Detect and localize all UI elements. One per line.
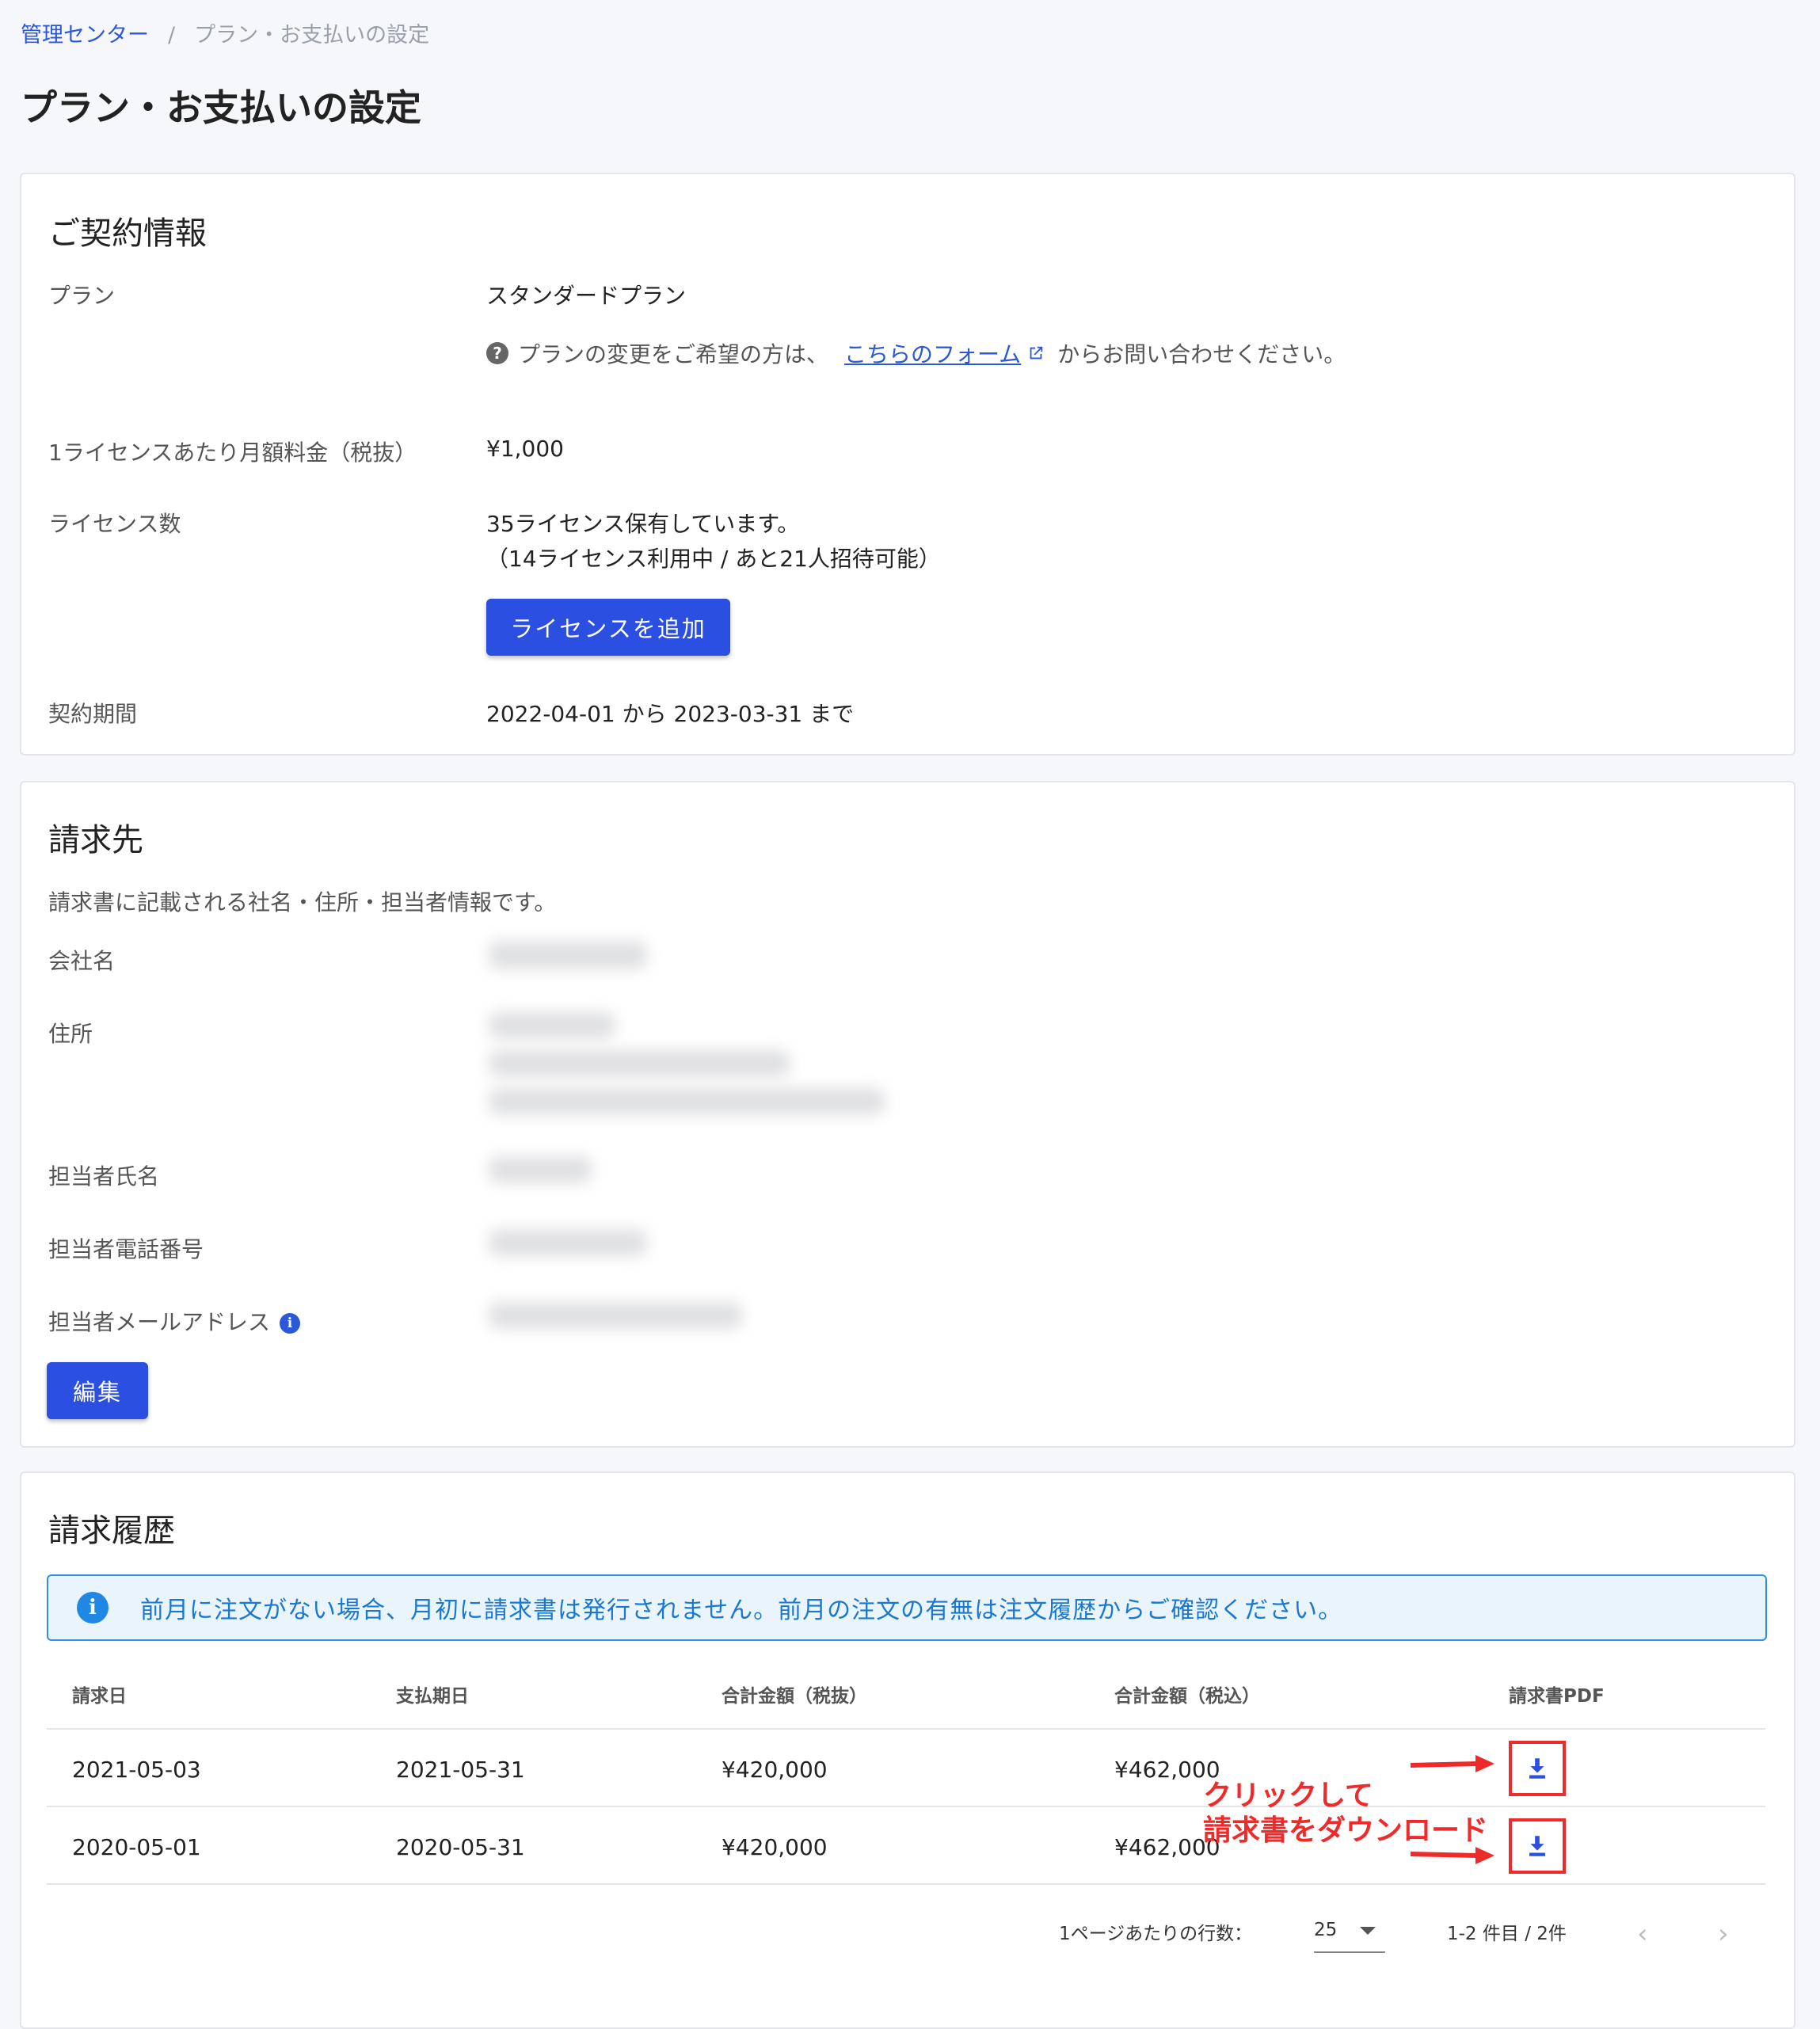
annotation-line-2: 請求書をダウンロード bbox=[1203, 1814, 1489, 1847]
info-alert-text: 前月に注文がない場合、月初に請求書は発行されません。前月の注文の有無は注文履歴か… bbox=[140, 1597, 1343, 1624]
row-divider bbox=[47, 1883, 1765, 1885]
info-alert: i 前月に注文がない場合、月初に請求書は発行されません。前月の注文の有無は注文履… bbox=[47, 1574, 1767, 1641]
billing-history-title: 請求履歴 bbox=[48, 1513, 175, 1549]
prev-page-icon[interactable]: ‹ bbox=[1637, 1918, 1648, 1950]
billing-history-card: 請求履歴 i 前月に注文がない場合、月初に請求書は発行されません。前月の注文の有… bbox=[20, 1471, 1795, 2029]
plan-note-prefix: プランの変更をご希望の方は、 bbox=[518, 341, 829, 367]
external-link-icon[interactable] bbox=[1027, 345, 1045, 362]
plan-value: スタンダードプラン bbox=[486, 283, 687, 309]
download-pdf-button[interactable] bbox=[1509, 1741, 1566, 1796]
billing-title: 請求先 bbox=[48, 822, 143, 858]
rows-per-page-label: 1ページあたりの行数： bbox=[1059, 1924, 1253, 1944]
address-label: 住所 bbox=[48, 1021, 93, 1047]
rows-per-page-value: 25 bbox=[1314, 1920, 1338, 1940]
address-line3-redacted bbox=[489, 1088, 885, 1115]
rows-per-page-select[interactable]: 25 bbox=[1314, 1915, 1385, 1953]
invoice-date: 2021-05-03 bbox=[72, 1757, 201, 1783]
breadcrumb-separator: / bbox=[168, 23, 176, 48]
plan-label: プラン bbox=[48, 283, 116, 309]
due-date: 2020-05-31 bbox=[396, 1834, 525, 1860]
column-header-total-excl-tax: 合計金額（税抜） bbox=[722, 1686, 867, 1707]
contact-name-label: 担当者氏名 bbox=[48, 1163, 160, 1190]
licenses-label: ライセンス数 bbox=[48, 511, 181, 537]
contact-email-label-text: 担当者メールアドレス bbox=[48, 1309, 271, 1335]
contact-form-link[interactable]: こちらのフォーム bbox=[844, 337, 1021, 369]
edit-button[interactable]: 編集 bbox=[47, 1362, 148, 1419]
add-license-button[interactable]: ライセンスを追加 bbox=[486, 599, 730, 656]
contract-info-card: ご契約情報 プラン スタンダードプラン ? プランの変更をご希望の方は、 こちら… bbox=[20, 173, 1795, 756]
download-annotation: クリックして 請求書をダウンロード bbox=[1203, 1779, 1488, 1848]
contact-name-redacted bbox=[489, 1156, 592, 1183]
address-line1-redacted bbox=[489, 1012, 615, 1039]
invoice-date: 2020-05-01 bbox=[72, 1834, 201, 1860]
contract-info-title: ご契約情報 bbox=[48, 215, 207, 252]
company-label: 会社名 bbox=[48, 948, 116, 974]
address-line2-redacted bbox=[489, 1050, 790, 1077]
column-header-invoice-date: 請求日 bbox=[72, 1686, 127, 1707]
download-icon bbox=[1529, 1836, 1545, 1856]
annotation-arrow-icon bbox=[1410, 1755, 1494, 1772]
column-header-total-incl-tax: 合計金額（税込） bbox=[1114, 1686, 1260, 1707]
download-pdf-button[interactable] bbox=[1509, 1818, 1566, 1874]
contact-phone-redacted bbox=[489, 1229, 647, 1256]
download-icon bbox=[1529, 1758, 1545, 1779]
table-header-divider bbox=[47, 1728, 1765, 1730]
due-date: 2021-05-31 bbox=[396, 1757, 525, 1783]
pagination-range: 1-2 件目 / 2件 bbox=[1447, 1924, 1567, 1944]
plan-note-suffix: からお問い合わせください。 bbox=[1057, 341, 1346, 367]
info-icon[interactable]: i bbox=[280, 1313, 301, 1334]
breadcrumb-link-admin-center[interactable]: 管理センター bbox=[21, 23, 149, 48]
total-excl-tax: ¥420,000 bbox=[722, 1834, 828, 1860]
page-title: プラン・お支払いの設定 bbox=[21, 86, 421, 129]
billing-description: 請求書に記載される社名・住所・担当者情報です。 bbox=[48, 889, 557, 916]
price-value: ¥1,000 bbox=[486, 436, 564, 462]
help-icon: ? bbox=[486, 342, 508, 364]
licenses-usage: （14ライセンス利用中 / あと21人招待可能） bbox=[486, 546, 941, 572]
price-label: 1ライセンスあたり月額料金（税抜） bbox=[48, 440, 417, 466]
annotation-line-1: クリックして bbox=[1203, 1780, 1373, 1812]
caret-down-icon bbox=[1360, 1927, 1376, 1935]
contact-phone-label: 担当者電話番号 bbox=[48, 1236, 204, 1262]
plan-change-note: ? プランの変更をご希望の方は、 こちらのフォーム からお問い合わせください。 bbox=[486, 337, 1346, 369]
period-label: 契約期間 bbox=[48, 701, 138, 727]
contact-email-redacted bbox=[489, 1302, 742, 1329]
company-value-redacted bbox=[489, 941, 647, 969]
column-header-invoice-pdf: 請求書PDF bbox=[1509, 1686, 1605, 1707]
info-circle-icon: i bbox=[77, 1592, 109, 1624]
column-header-due-date: 支払期日 bbox=[396, 1686, 469, 1707]
breadcrumb: 管理センター / プラン・お支払いの設定 bbox=[21, 17, 429, 48]
row-divider bbox=[47, 1806, 1765, 1807]
billing-card: 請求先 請求書に記載される社名・住所・担当者情報です。 会社名 住所 担当者氏名… bbox=[20, 781, 1795, 1448]
licenses-held: 35ライセンス保有しています。 bbox=[486, 511, 800, 537]
contact-email-label: 担当者メールアドレス i bbox=[48, 1305, 301, 1337]
breadcrumb-current: プラン・お支払いの設定 bbox=[194, 23, 430, 48]
next-page-icon[interactable]: › bbox=[1718, 1918, 1729, 1950]
period-value: 2022-04-01 から 2023-03-31 まで bbox=[486, 701, 855, 727]
total-excl-tax: ¥420,000 bbox=[722, 1757, 828, 1783]
